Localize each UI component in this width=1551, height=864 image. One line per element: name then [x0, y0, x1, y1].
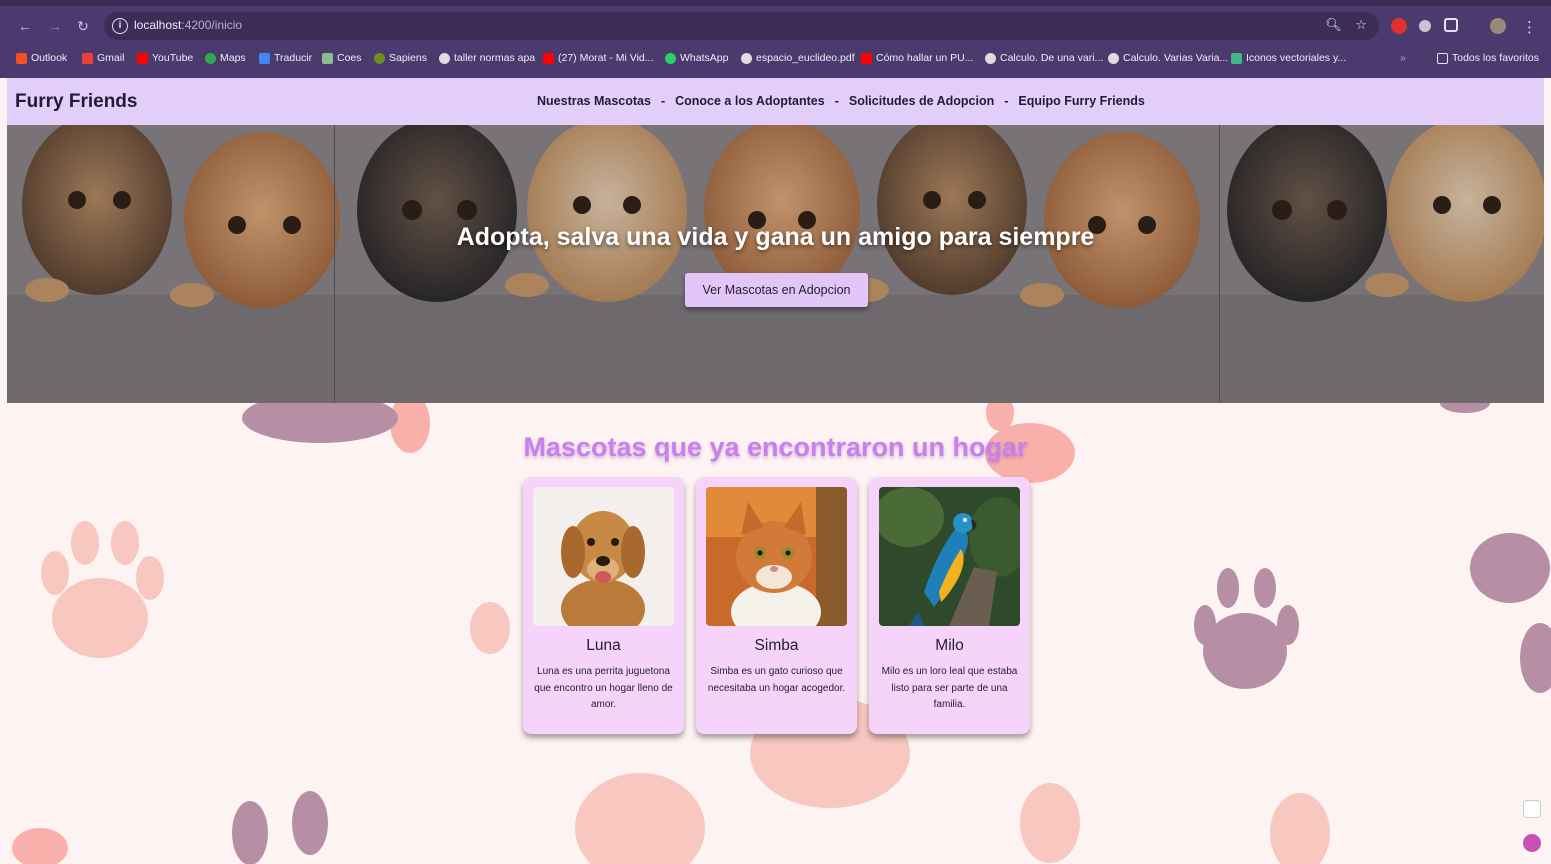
extension-red-icon[interactable]	[1391, 18, 1407, 34]
address-bar[interactable]: i localhost:4200/inicio 🔍︎ ☆	[104, 12, 1379, 40]
bookmark-item[interactable]: Sapiens	[374, 52, 427, 64]
all-favorites-folder[interactable]: Todos los favoritos	[1437, 52, 1539, 64]
bookmark-label: Cómo hallar un PU...	[876, 52, 974, 64]
bookmark-label: Coes	[337, 52, 362, 64]
tab-strip	[0, 0, 1551, 6]
folder-icon	[1437, 52, 1448, 64]
bookmark-item[interactable]: espacio_euclideo.pdf	[741, 52, 855, 64]
bookmark-item[interactable]: Traducir	[259, 52, 312, 64]
bookmark-label: espacio_euclideo.pdf	[756, 52, 855, 64]
arrow-right-icon[interactable]: →	[46, 17, 64, 35]
globe-icon	[1108, 52, 1119, 64]
bookmark-label: Sapiens	[389, 52, 427, 64]
bookmark-label: (27) Morat - Mi Vid...	[558, 52, 654, 64]
reload-icon[interactable]: ↻	[74, 17, 92, 35]
bookmark-item[interactable]: YouTube	[137, 52, 193, 64]
bookmark-item[interactable]: Gmail	[82, 52, 124, 64]
bookmark-label: Gmail	[97, 52, 125, 64]
bookmark-item[interactable]: Iconos vectoriales y...	[1231, 52, 1346, 64]
brand-logo-text[interactable]: Furry Friends	[15, 91, 137, 113]
bookmark-item[interactable]: (27) Morat - Mi Vid...	[543, 52, 654, 64]
bookmark-label: Calculo. De una vari...	[1000, 52, 1104, 64]
gmail-icon	[82, 52, 93, 64]
arrow-left-icon[interactable]: ←	[16, 17, 34, 35]
bookmark-item[interactable]: Calculo. Varias Varia...	[1108, 52, 1228, 64]
pet-description: Luna es una perrita juguetona que encont…	[534, 666, 673, 710]
maps-icon	[205, 52, 216, 64]
bookmark-item[interactable]: Coes	[322, 52, 362, 64]
more-bookmarks-button[interactable]: »	[1400, 52, 1406, 64]
adopted-section-title: Mascotas que ya encontraron un hogar	[523, 432, 1028, 462]
bookmark-item[interactable]: Calculo. De una vari...	[985, 52, 1103, 64]
address-row: ← → ↻ i localhost:4200/inicio 🔍︎ ☆ ⋮	[0, 8, 1551, 44]
globe-icon	[741, 52, 752, 64]
pet-name: Simba	[754, 637, 799, 654]
hero-title: Adopta, salva una vida y gana un amigo p…	[456, 223, 1095, 251]
bookmark-label: Outlook	[31, 52, 68, 64]
bookmark-label: Traducir	[274, 52, 313, 64]
reading-mode-icon[interactable]	[1523, 800, 1541, 818]
bookmark-item[interactable]: taller normas apa	[439, 52, 535, 64]
macaw-parrot-photo	[879, 487, 1020, 626]
kebab-menu-icon[interactable]: ⋮	[1522, 18, 1537, 36]
url-host: localhost	[134, 18, 182, 32]
app-navbar: Furry Friends Nuestras Mascotas - Conoce…	[7, 78, 1544, 125]
globe-icon	[439, 52, 450, 64]
outlook-icon	[16, 52, 27, 64]
bookmark-label: Maps	[220, 52, 246, 64]
extensions-puzzle-icon[interactable]	[1444, 18, 1458, 32]
pet-card-milo[interactable]: Milo Milo es un loro leal que estaba lis…	[869, 477, 1030, 734]
nav-link-adoptantes[interactable]: Conoce a los Adoptantes	[675, 94, 825, 108]
sapiens-icon	[374, 52, 385, 64]
translate-icon	[259, 52, 270, 64]
pet-card-simba[interactable]: Simba Simba es un gato curioso que neces…	[696, 477, 857, 734]
nav-link-solicitudes[interactable]: Solicitudes de Adopcion	[849, 94, 994, 108]
bookmarks-bar: Outlook Gmail YouTube Maps Traducir Coes…	[0, 48, 1551, 72]
bookmark-label: Iconos vectoriales y...	[1246, 52, 1347, 64]
pet-card-luna[interactable]: Luna Luna es una perrita juguetona que e…	[523, 477, 684, 734]
bookmark-item[interactable]: Maps	[205, 52, 246, 64]
orange-cat-photo	[706, 487, 847, 626]
nav-separator: -	[1004, 94, 1009, 108]
omnibox-actions: 🔍︎ ☆	[1325, 17, 1367, 33]
bookmark-label: WhatsApp	[680, 52, 729, 64]
bookmark-item[interactable]: WhatsApp	[665, 52, 728, 64]
nav-separator: -	[660, 94, 666, 108]
vue-icon	[1231, 52, 1242, 64]
pet-name: Milo	[935, 637, 964, 654]
youtube-icon	[543, 52, 554, 64]
browser-chrome: ← → ↻ i localhost:4200/inicio 🔍︎ ☆ ⋮ Out…	[0, 0, 1551, 78]
extension-gray-icon[interactable]	[1419, 20, 1431, 32]
nav-link-equipo[interactable]: Equipo Furry Friends	[1018, 94, 1144, 108]
profile-avatar-icon[interactable]	[1490, 18, 1506, 34]
url-text[interactable]: localhost:4200/inicio	[134, 18, 242, 32]
youtube-icon	[861, 52, 872, 64]
bookmark-label: taller normas apa	[454, 52, 536, 64]
hero-banner: Adopta, salva una vida y gana un amigo p…	[7, 125, 1544, 403]
bookmark-label: Todos los favoritos	[1452, 52, 1539, 64]
star-icon[interactable]: ☆	[1355, 17, 1367, 32]
bookmark-item[interactable]: Cómo hallar un PU...	[861, 52, 973, 64]
youtube-icon	[137, 52, 148, 64]
bookmark-label: Calculo. Varias Varia...	[1123, 52, 1229, 64]
nav-links: Nuestras Mascotas - Conoce a los Adoptan…	[537, 94, 1145, 108]
assistant-brain-icon[interactable]	[1523, 834, 1541, 852]
site-info-icon[interactable]: i	[112, 18, 128, 34]
pet-description: Simba es un gato curioso que necesitaba …	[707, 666, 846, 694]
nav-separator: -	[834, 94, 839, 108]
globe-icon	[985, 52, 996, 64]
zoom-icon[interactable]: 🔍︎	[1325, 17, 1342, 32]
view-pets-button[interactable]: Ver Mascotas en Adopcion	[685, 273, 868, 307]
nav-link-nuestras-mascotas[interactable]: Nuestras Mascotas	[537, 94, 651, 108]
coes-icon	[322, 52, 333, 64]
chevron-double-right-icon: »	[1400, 52, 1406, 64]
hero-overlay	[7, 125, 1544, 403]
pet-description: Milo es un loro leal que estaba listo pa…	[881, 666, 1018, 710]
url-path: :4200/inicio	[181, 18, 243, 32]
bookmark-item[interactable]: Outlook	[16, 52, 67, 64]
golden-retriever-photo	[533, 487, 674, 626]
pet-name: Luna	[586, 637, 621, 654]
bookmark-label: YouTube	[152, 52, 194, 64]
whatsapp-icon	[665, 52, 676, 64]
